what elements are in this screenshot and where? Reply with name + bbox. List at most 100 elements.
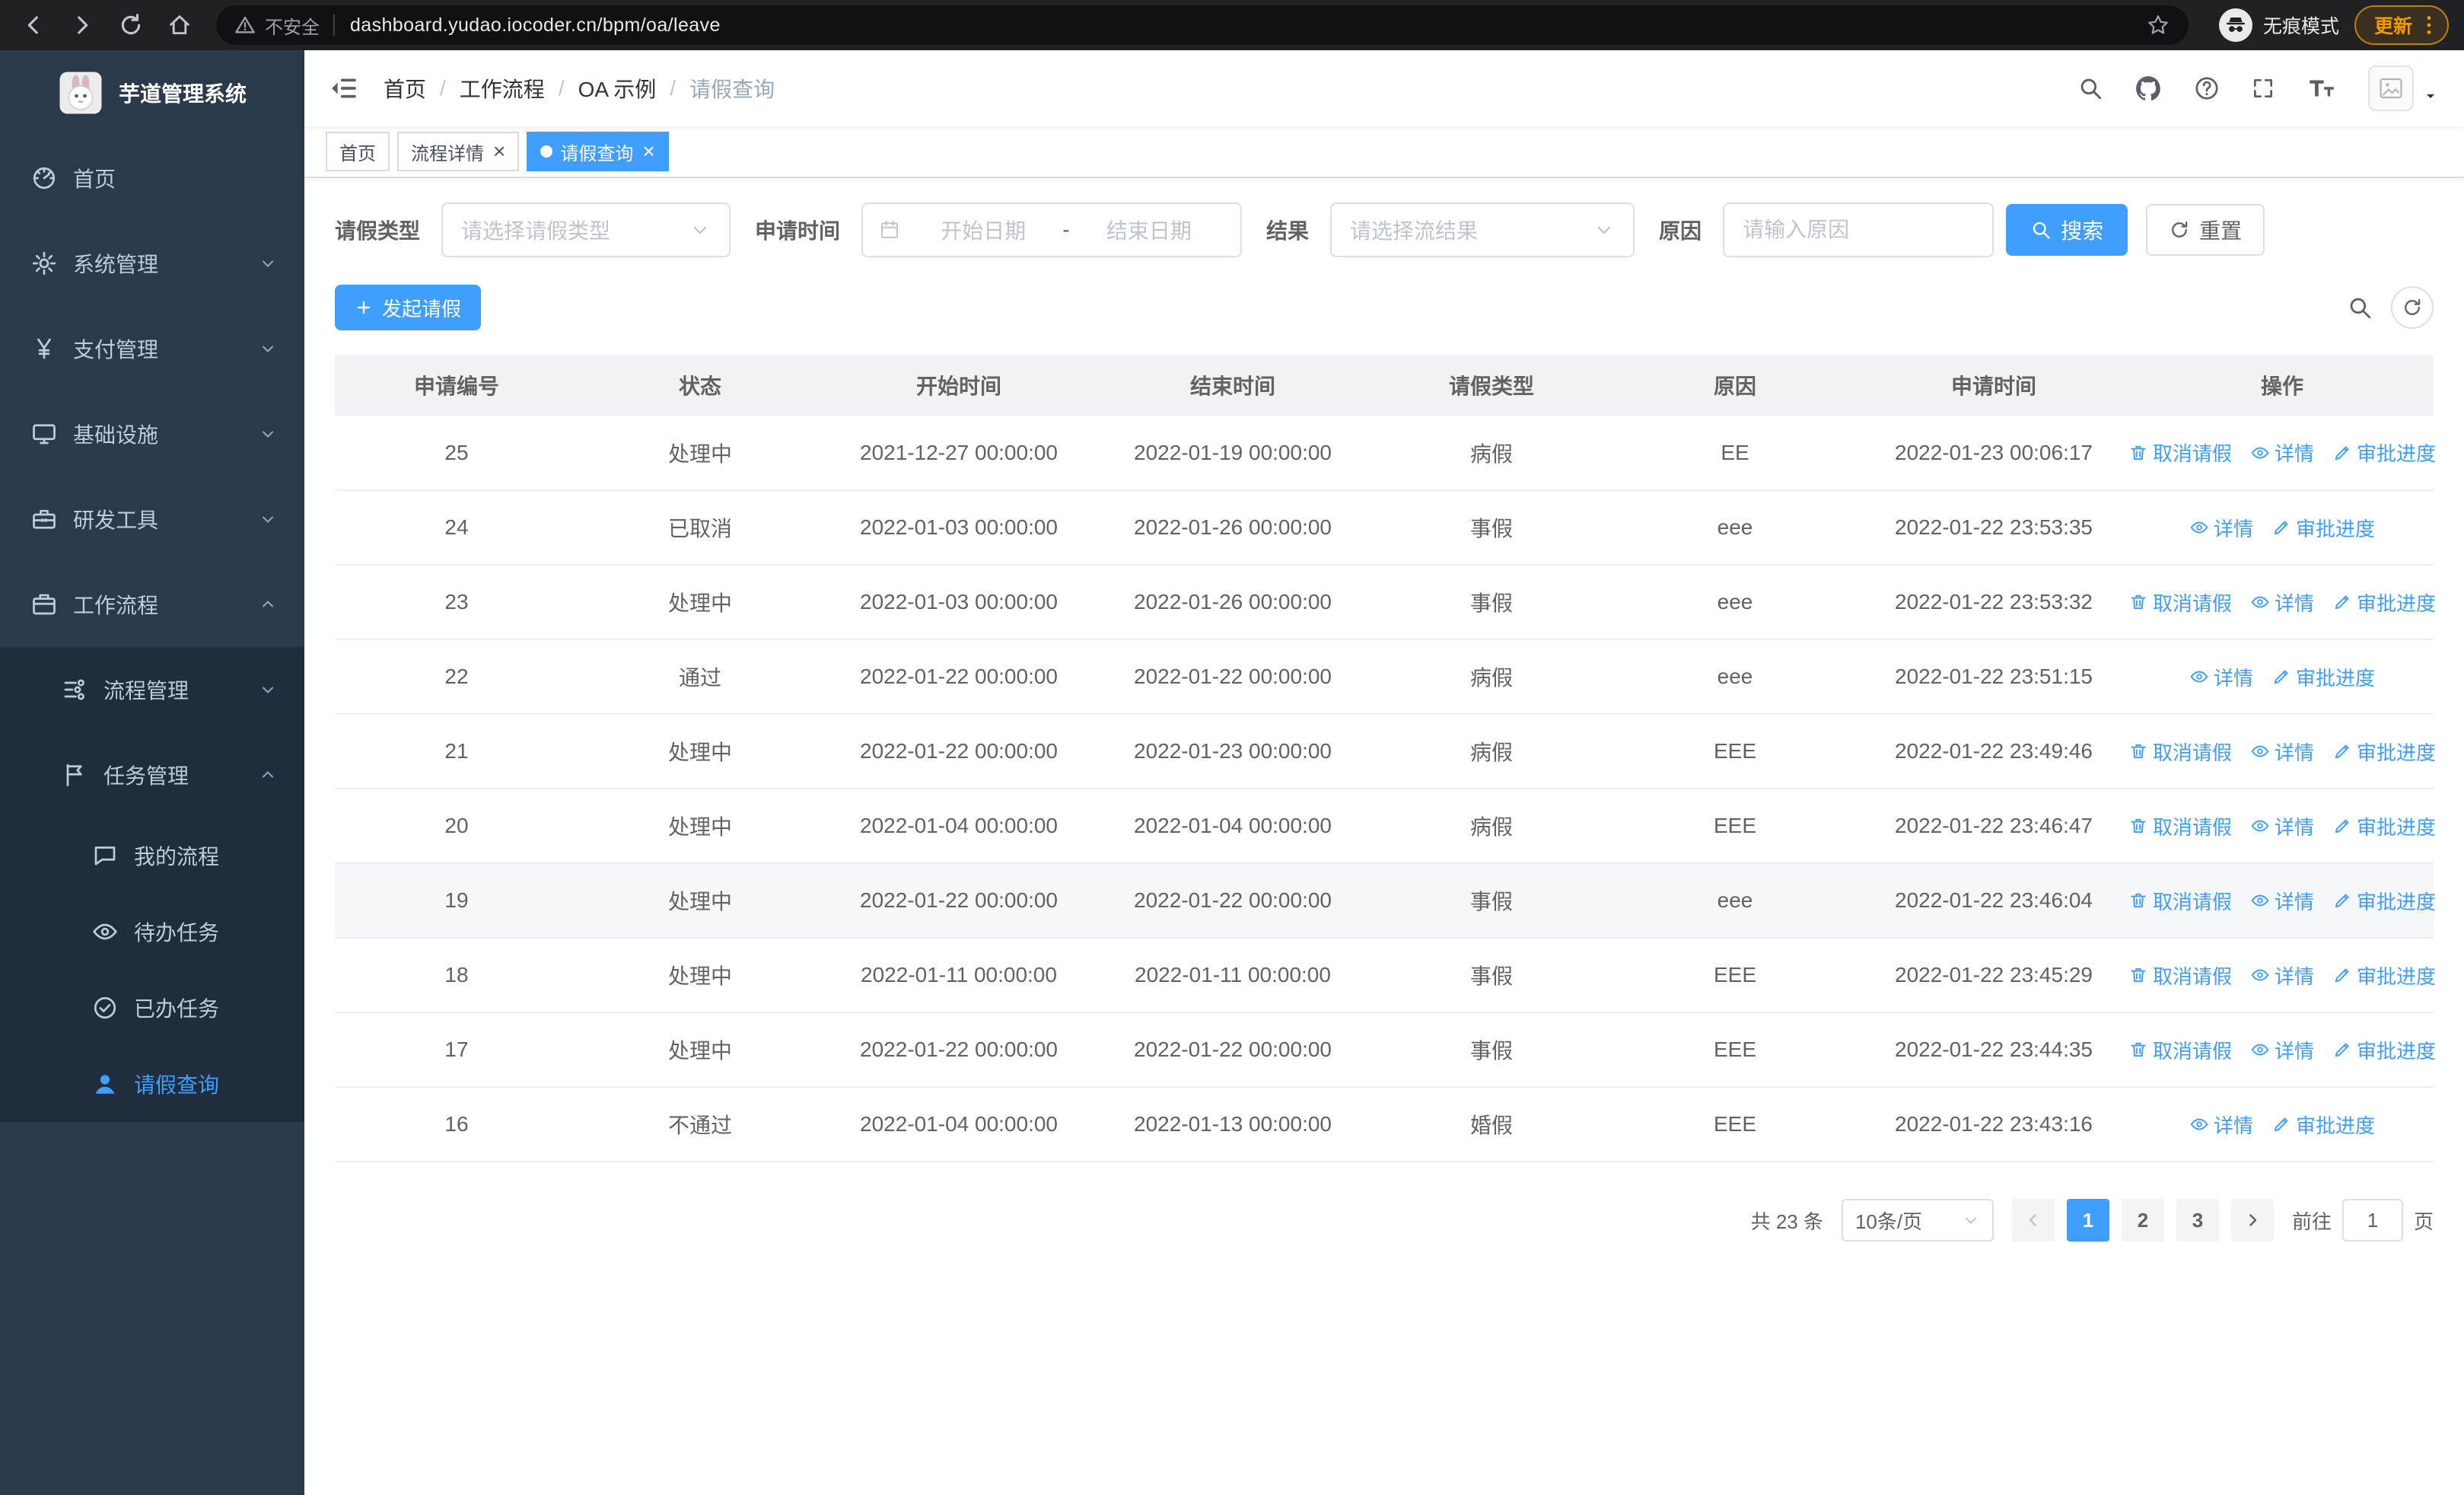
tab-close-icon[interactable]: × <box>642 141 654 162</box>
sidebar-item-system-management[interactable]: 系统管理 <box>0 221 304 306</box>
cell-actions: 详情 审批进度 <box>2131 639 2434 715</box>
sidebar-item-dev-tools[interactable]: 研发工具 <box>0 477 304 562</box>
breadcrumb-separator: / <box>440 76 446 100</box>
cell-start: 2022-01-04 00:00:00 <box>822 789 1096 864</box>
approval-progress-link[interactable]: 审批进度 <box>2332 961 2436 990</box>
browser-menu-icon[interactable] <box>2417 13 2441 37</box>
approval-progress-link[interactable]: 审批进度 <box>2332 887 2436 915</box>
apply-time-range-picker[interactable]: 开始日期 - 结束日期 <box>861 202 1243 257</box>
detail-link[interactable]: 详情 <box>2250 738 2314 766</box>
breadcrumb-item[interactable]: OA 示例 <box>578 73 657 104</box>
cancel-leave-link[interactable]: 取消请假 <box>2128 887 2232 915</box>
table-row[interactable]: 16 不通过 2022-01-04 00:00:00 2022-01-13 00:00… <box>335 1087 2434 1162</box>
approval-progress-link[interactable]: 审批进度 <box>2332 438 2436 467</box>
toggle-search-button[interactable] <box>2347 295 2373 320</box>
detail-link[interactable]: 详情 <box>2250 438 2314 467</box>
table-row[interactable]: 25 处理中 2021-12-27 00:00:00 2022-01-19 00:00… <box>335 416 2436 491</box>
detail-link[interactable]: 详情 <box>2250 1036 2314 1064</box>
tab-close-icon[interactable]: × <box>493 141 505 162</box>
table-row[interactable]: 22 通过 2022-01-22 00:00:00 2022-01-22 00:00:… <box>335 639 2434 715</box>
browser-back-icon[interactable] <box>15 7 52 43</box>
approval-progress-link[interactable]: 审批进度 <box>2271 514 2375 542</box>
sidebar-item-workflow[interactable]: 工作流程 <box>0 562 304 647</box>
next-page-button[interactable] <box>2230 1199 2274 1242</box>
tab-leave-query[interactable]: 请假查询 × <box>527 132 669 171</box>
search-icon[interactable] <box>2077 75 2103 101</box>
sidebar-item-leave-query[interactable]: 请假查询 <box>0 1046 304 1122</box>
column-header: 申请时间 <box>1857 355 2131 416</box>
detail-link[interactable]: 详情 <box>2250 812 2314 840</box>
reason-input[interactable] <box>1723 202 1994 257</box>
approval-progress-link[interactable]: 审批进度 <box>2332 588 2436 617</box>
search-button[interactable]: 搜索 <box>2006 204 2128 256</box>
approval-progress-link[interactable]: 审批进度 <box>2332 1036 2436 1064</box>
url-text[interactable]: dashboard.yudao.iocoder.cn/bpm/oa/leave <box>350 14 2146 37</box>
approval-progress-link[interactable]: 审批进度 <box>2271 1111 2375 1139</box>
cancel-leave-link[interactable]: 取消请假 <box>2128 588 2232 617</box>
sidebar-item-todo-tasks[interactable]: 待办任务 <box>0 894 304 970</box>
leave-type-select[interactable]: 请选择请假类型 <box>441 202 731 257</box>
approval-progress-link[interactable]: 审批进度 <box>2332 738 2436 766</box>
detail-link[interactable]: 详情 <box>2250 887 2314 915</box>
breadcrumb-item[interactable]: 首页 <box>384 73 426 104</box>
page-1-button[interactable]: 1 <box>2066 1199 2109 1242</box>
bookmark-star-icon[interactable] <box>2146 13 2170 37</box>
app-logo[interactable]: 芋道管理系统 <box>0 50 304 135</box>
sidebar-item-my-processes[interactable]: 我的流程 <box>0 818 304 894</box>
tab-process-detail[interactable]: 流程详情 × <box>397 132 520 171</box>
goto-page-input[interactable] <box>2341 1199 2403 1242</box>
security-label[interactable]: 不安全 <box>265 12 320 39</box>
user-menu[interactable] <box>2368 65 2440 111</box>
sidebar-item-infrastructure[interactable]: 基础设施 <box>0 391 304 477</box>
cancel-leave-link[interactable]: 取消请假 <box>2128 961 2232 990</box>
approval-progress-link[interactable]: 审批进度 <box>2332 812 2436 840</box>
tab-home[interactable]: 首页 <box>326 132 390 171</box>
start-date-input[interactable]: 开始日期 <box>907 215 1059 245</box>
table-row[interactable]: 20 处理中 2022-01-04 00:00:00 2022-01-04 00:00… <box>335 789 2436 864</box>
cancel-leave-link[interactable]: 取消请假 <box>2128 1036 2232 1064</box>
cancel-leave-link[interactable]: 取消请假 <box>2128 812 2232 840</box>
detail-link[interactable]: 详情 <box>2189 663 2253 691</box>
result-select[interactable]: 请选择流结果 <box>1330 202 1635 257</box>
browser-update-button[interactable]: 更新 <box>2354 5 2449 45</box>
address-bar[interactable]: 不安全 dashboard.yudao.iocoder.cn/bpm/oa/le… <box>216 5 2189 45</box>
cancel-leave-link[interactable]: 取消请假 <box>2128 438 2232 467</box>
help-icon[interactable] <box>2193 75 2220 102</box>
table-row[interactable]: 17 处理中 2022-01-22 00:00:00 2022-01-22 00:00… <box>335 1012 2436 1088</box>
sidebar-item-payment-management[interactable]: 支付管理 <box>0 306 304 391</box>
sidebar-item-done-tasks[interactable]: 已办任务 <box>0 970 304 1046</box>
create-leave-button[interactable]: 发起请假 <box>335 285 482 330</box>
github-icon[interactable] <box>2134 74 2163 103</box>
detail-link[interactable]: 详情 <box>2250 961 2314 990</box>
table-row[interactable]: 19 处理中 2022-01-22 00:00:00 2022-01-22 00:00… <box>335 863 2436 939</box>
table-row[interactable]: 24 已取消 2022-01-03 00:00:00 2022-01-26 00:00… <box>335 490 2434 566</box>
breadcrumb-item[interactable]: 工作流程 <box>460 73 545 104</box>
sidebar-item-task-management[interactable]: 任务管理 <box>0 732 304 818</box>
detail-link[interactable]: 详情 <box>2250 588 2314 617</box>
approval-progress-link[interactable]: 审批进度 <box>2271 663 2375 691</box>
detail-link[interactable]: 详情 <box>2189 1111 2253 1139</box>
sidebar-item-home[interactable]: 首页 <box>0 135 304 221</box>
browser-reload-icon[interactable] <box>113 7 149 43</box>
fullscreen-icon[interactable] <box>2251 76 2275 100</box>
briefcase-icon <box>30 591 58 618</box>
rabbit-logo-icon <box>58 70 103 116</box>
end-date-input[interactable]: 结束日期 <box>1073 215 1225 245</box>
browser-forward-icon[interactable] <box>64 7 100 43</box>
table-row[interactable]: 21 处理中 2022-01-22 00:00:00 2022-01-23 00:00… <box>335 714 2436 789</box>
font-size-icon[interactable] <box>2306 72 2338 104</box>
page-3-button[interactable]: 3 <box>2176 1199 2219 1242</box>
prev-page-button[interactable] <box>2011 1199 2055 1242</box>
browser-home-icon[interactable] <box>161 7 198 43</box>
refresh-table-button[interactable] <box>2391 286 2434 329</box>
sidebar-item-process-management[interactable]: 流程管理 <box>0 647 304 732</box>
table-row[interactable]: 18 处理中 2022-01-11 00:00:00 2022-01-11 00:00… <box>335 938 2436 1013</box>
sidebar-collapse-button[interactable] <box>329 73 359 104</box>
cancel-leave-link[interactable]: 取消请假 <box>2128 738 2232 766</box>
reset-button[interactable]: 重置 <box>2146 204 2265 256</box>
page-2-button[interactable]: 2 <box>2121 1199 2164 1242</box>
page-size-select[interactable]: 10条/页 <box>1841 1199 1994 1242</box>
table-row[interactable]: 23 处理中 2022-01-03 00:00:00 2022-01-26 00:00… <box>335 565 2436 640</box>
avatar[interactable] <box>2368 65 2414 111</box>
detail-link[interactable]: 详情 <box>2189 514 2253 542</box>
